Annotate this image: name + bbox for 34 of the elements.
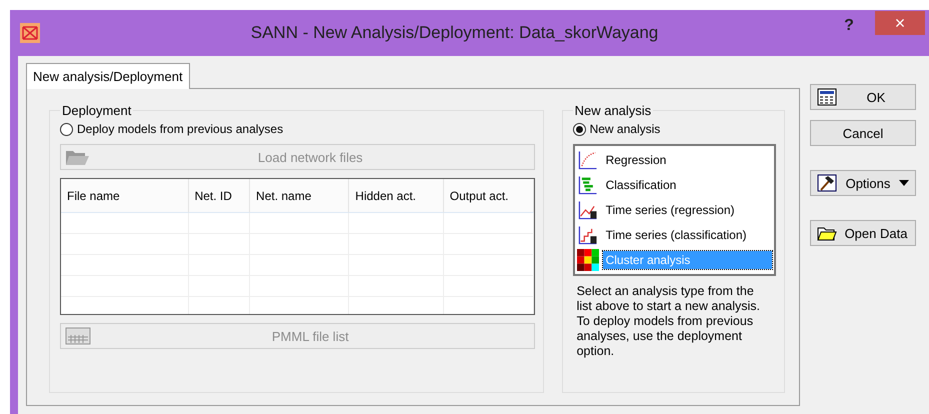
group-label: Deployment: [61, 103, 132, 118]
window-title: SANN - New Analysis/Deployment: Data_skorWayang: [250, 23, 660, 43]
cancel-button[interactable]: Cancel: [810, 120, 916, 146]
list-item[interactable]: Regression: [576, 148, 772, 172]
calculator-icon: [817, 88, 837, 106]
calculator-icon: [65, 327, 91, 345]
hint-text: Select an analysis type from the list above to start a new analysis. To deploy models from previous analyses, use the deployment option.: [576, 284, 762, 359]
close-button[interactable]: ×: [875, 11, 925, 35]
caret-icon: [899, 180, 909, 186]
hammer-icon: [817, 174, 837, 192]
new-analysis-radio[interactable]: New analysis: [572, 122, 776, 136]
tab[interactable]: New analysis/Deployment: [26, 63, 190, 89]
list-item[interactable]: Time series (classification): [576, 223, 772, 247]
folder-icon: [65, 148, 91, 166]
open-data-button[interactable]: Open Data: [810, 220, 916, 246]
network-icon: [20, 23, 40, 43]
group-label: New analysis: [574, 103, 652, 118]
column-header[interactable]: Output act.: [444, 179, 534, 213]
curve-chart-icon: [576, 149, 599, 171]
options-button[interactable]: Options: [810, 170, 916, 196]
column-header[interactable]: Net. name: [250, 179, 350, 213]
color-grid-icon: [576, 249, 599, 271]
step-chart-icon: [576, 224, 599, 246]
list-item[interactable]: Classification: [576, 173, 772, 197]
table-cell: [188, 213, 250, 234]
ok-button[interactable]: OK: [810, 84, 916, 110]
column-header[interactable]: Net. ID: [188, 179, 250, 213]
help-button[interactable]: ?: [829, 17, 869, 35]
line-chart-icon: [576, 199, 599, 221]
column-header[interactable]: File name: [61, 179, 189, 213]
column-header[interactable]: Hidden act.: [349, 179, 444, 213]
bars-chart-icon: [576, 174, 599, 196]
deploy-radio[interactable]: Deploy models from previous analyses: [60, 122, 535, 136]
list-item[interactable]: Time series (regression): [576, 198, 772, 222]
